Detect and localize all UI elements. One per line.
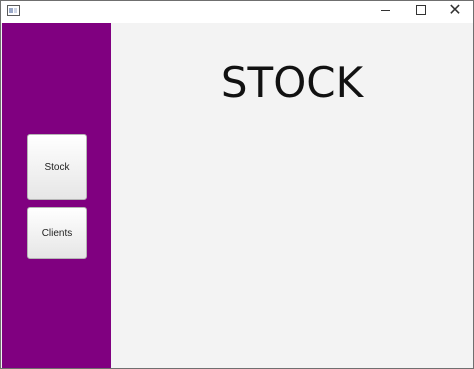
title-bar[interactable]: ✕ [1, 1, 473, 23]
main-content: STOCK [111, 23, 473, 368]
minimize-icon [381, 10, 390, 11]
stock-button[interactable]: Stock [27, 134, 87, 200]
maximize-icon [416, 5, 426, 15]
close-icon: ✕ [448, 0, 462, 19]
clients-button[interactable]: Clients [27, 207, 87, 259]
page-title: STOCK [220, 58, 364, 107]
app-window: ✕ Stock Clients STOCK [0, 0, 474, 369]
window-icon [7, 5, 20, 16]
close-button[interactable]: ✕ [438, 1, 472, 23]
maximize-button[interactable] [403, 1, 437, 23]
sidebar: Stock Clients [2, 23, 111, 368]
minimize-button[interactable] [368, 1, 402, 23]
